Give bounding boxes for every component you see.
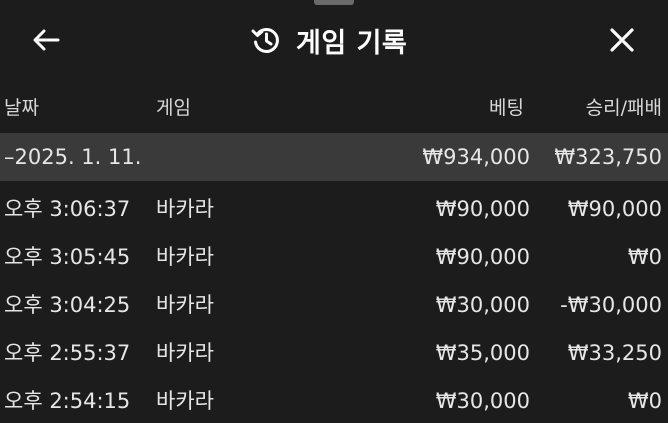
row-time: 오후 2:54:15 — [4, 389, 131, 413]
table-row[interactable]: 오후 2:54:15 바카라 ₩30,000 ₩0 — [0, 377, 668, 423]
arrow-left-icon — [33, 29, 60, 51]
table-row[interactable]: 오후 3:04:25 바카라 ₩30,000 -₩30,000 — [0, 281, 668, 329]
summary-bet-total: ₩934,000 — [422, 145, 530, 169]
column-header-date: 날짜 — [4, 97, 39, 119]
row-game: 바카라 — [156, 341, 214, 365]
row-time: 오후 3:06:37 — [4, 197, 131, 221]
column-header-result: 승리/패배 — [585, 97, 662, 119]
history-icon — [251, 27, 279, 53]
page-title: 게임 기록 — [296, 27, 408, 59]
title-group: 게임 기록 — [250, 20, 407, 60]
row-result: ₩33,250 — [567, 341, 662, 365]
game-history-panel: 게임 기록 날짜 게임 베팅 승리/패배 –2025. 1. 11. ₩934,… — [0, 0, 668, 423]
row-game: 바카라 — [156, 389, 214, 413]
row-game: 바카라 — [156, 245, 214, 269]
date-summary-row[interactable]: –2025. 1. 11. ₩934,000 ₩323,750 — [0, 133, 668, 181]
row-bet: ₩30,000 — [435, 293, 530, 317]
row-result: ₩90,000 — [567, 197, 662, 221]
row-time: 오후 3:04:25 — [4, 293, 131, 317]
row-time: 오후 2:55:37 — [4, 341, 131, 365]
row-game: 바카라 — [156, 197, 214, 221]
table-row[interactable]: 오후 3:06:37 바카라 ₩90,000 ₩90,000 — [0, 185, 668, 233]
summary-result-total: ₩323,750 — [554, 145, 662, 169]
row-bet: ₩35,000 — [435, 341, 530, 365]
row-bet: ₩90,000 — [435, 197, 530, 221]
header: 게임 기록 — [0, 0, 668, 80]
column-header-bet: 베팅 — [489, 97, 524, 119]
table-row[interactable]: 오후 3:05:45 바카라 ₩90,000 ₩0 — [0, 233, 668, 281]
row-game: 바카라 — [156, 293, 214, 317]
column-header-game: 게임 — [156, 97, 191, 119]
row-result: -₩30,000 — [560, 293, 662, 317]
row-time: 오후 3:05:45 — [4, 245, 131, 269]
back-button[interactable] — [26, 22, 66, 58]
row-result: ₩0 — [627, 389, 662, 413]
row-bet: ₩90,000 — [435, 245, 530, 269]
close-icon — [610, 28, 634, 52]
row-bet: ₩30,000 — [435, 389, 530, 413]
row-result: ₩0 — [627, 245, 662, 269]
close-button[interactable] — [600, 20, 644, 60]
summary-date: –2025. 1. 11. — [4, 145, 142, 169]
table-row[interactable]: 오후 2:55:37 바카라 ₩35,000 ₩33,250 — [0, 329, 668, 377]
